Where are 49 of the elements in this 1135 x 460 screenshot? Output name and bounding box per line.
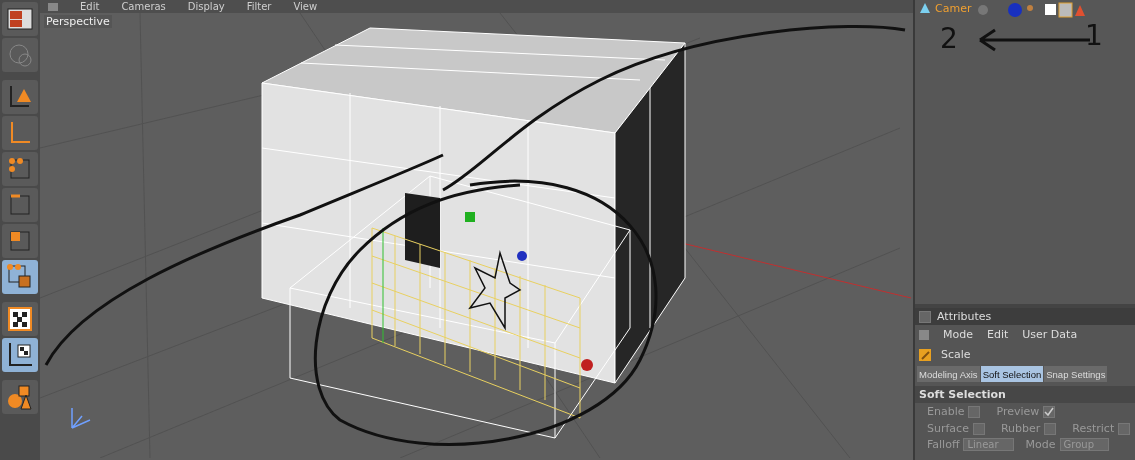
toolbar-button[interactable] — [2, 80, 38, 114]
panel-title: Attributes — [937, 310, 992, 323]
soft-selection-icon — [6, 263, 34, 291]
camera-icon — [919, 2, 931, 14]
menu-item[interactable]: Edit — [987, 328, 1009, 341]
globe-icon — [7, 42, 33, 68]
axis-icon — [7, 84, 33, 110]
scale-tool-icon — [919, 348, 931, 361]
menu-item[interactable]: View — [293, 0, 318, 13]
viewport-label: Perspective — [44, 15, 112, 28]
layout-icon — [7, 8, 33, 30]
annotation-number: 1 — [1085, 19, 1103, 52]
checkbox[interactable] — [968, 405, 981, 418]
grid-icon — [48, 2, 58, 11]
field-label: Mode — [1025, 438, 1056, 451]
field-label: Rubber — [1000, 422, 1041, 435]
object-name[interactable]: Camer — [935, 2, 972, 15]
texture-axis-icon — [6, 341, 34, 369]
field-label: Preview — [996, 405, 1040, 418]
tab[interactable]: Modeling Axis — [917, 366, 980, 382]
annotation-number: 2 — [940, 22, 958, 55]
polygons-icon — [7, 228, 33, 254]
points-icon — [7, 156, 33, 182]
checker-icon — [7, 306, 33, 332]
tool-name: Scale — [941, 348, 971, 361]
panel-icon — [919, 310, 931, 323]
field-label: Falloff — [927, 438, 960, 451]
primitives-icon — [6, 383, 34, 411]
grid-icon — [919, 329, 929, 340]
edges-icon — [7, 192, 33, 218]
toolbar-button[interactable] — [2, 338, 38, 372]
menu-item[interactable]: Display — [187, 0, 225, 13]
field-label: Restrict — [1072, 422, 1115, 435]
tab[interactable]: Snap Settings — [1044, 366, 1108, 382]
toolbar-button[interactable] — [2, 302, 38, 336]
tab[interactable]: Soft Selection — [980, 366, 1044, 382]
menu-item[interactable]: Mode — [943, 328, 973, 341]
section-title: Soft Selection — [919, 388, 1006, 401]
menu-item[interactable]: User Data — [1022, 328, 1078, 341]
toolbar-button[interactable] — [2, 2, 38, 36]
menu-item[interactable]: Filter — [246, 0, 272, 13]
menu-item[interactable]: Cameras — [121, 0, 166, 13]
checkbox[interactable] — [1118, 422, 1131, 435]
menu-item[interactable]: Edit — [80, 0, 100, 13]
checkbox[interactable] — [1044, 422, 1057, 435]
field-label: Surface — [927, 422, 969, 435]
checkbox[interactable] — [972, 422, 985, 435]
field-label: Enable — [927, 405, 965, 418]
checkbox[interactable] — [1043, 405, 1056, 418]
